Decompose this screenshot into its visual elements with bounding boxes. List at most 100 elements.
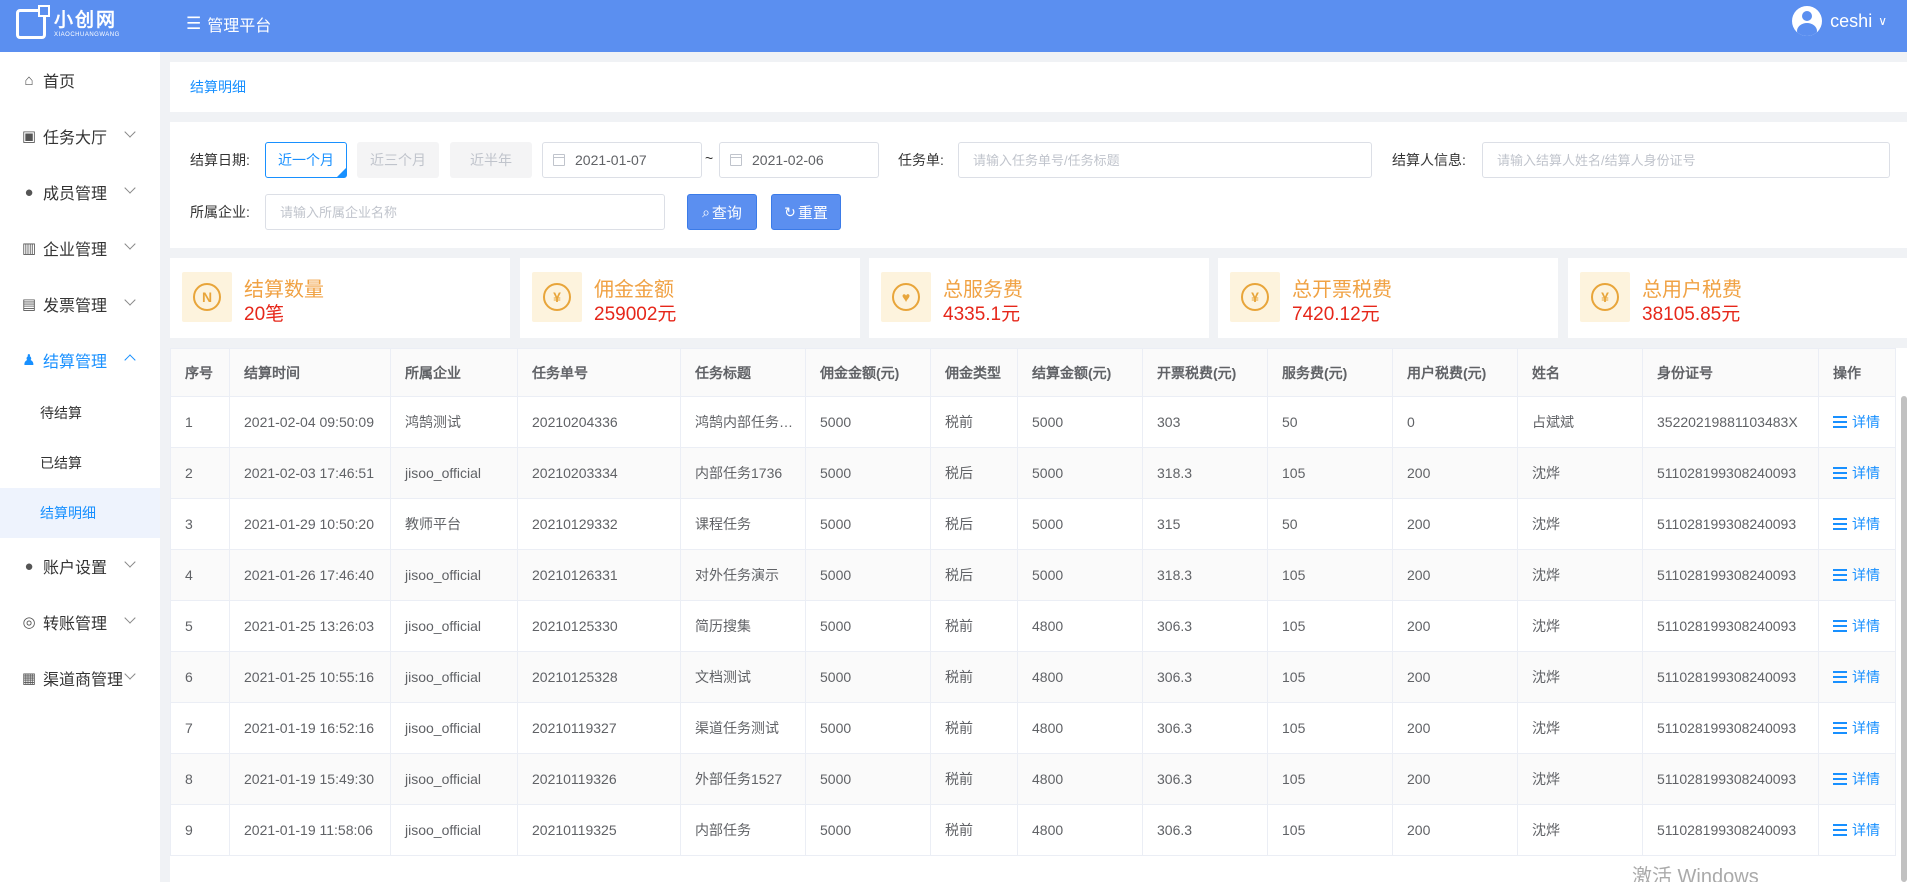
range-one-month-button[interactable]: 近一个月 bbox=[265, 142, 347, 178]
table-cell-action: 详情 bbox=[1818, 804, 1896, 856]
table-cell: 50 bbox=[1267, 396, 1393, 448]
table-cell-action: 详情 bbox=[1818, 498, 1896, 550]
range-half-year-button[interactable]: 近半年 bbox=[450, 142, 532, 178]
vertical-scrollbar[interactable] bbox=[1901, 396, 1907, 882]
column-header: 结算时间 bbox=[229, 348, 391, 397]
chevron-down-icon bbox=[124, 294, 136, 306]
sidebar-subitem-detail[interactable]: 结算明细 bbox=[0, 488, 160, 538]
table-cell: 沈烨 bbox=[1517, 447, 1643, 499]
list-icon bbox=[1833, 416, 1847, 428]
column-header: 用户税费(元) bbox=[1392, 348, 1518, 397]
table-cell: 200 bbox=[1392, 447, 1518, 499]
detail-link-label: 详情 bbox=[1852, 567, 1880, 583]
settler-search-input[interactable] bbox=[1482, 142, 1890, 178]
table-cell: 306.3 bbox=[1142, 651, 1268, 703]
table-cell: 2021-01-19 11:58:06 bbox=[229, 804, 391, 856]
column-header: 任务单号 bbox=[517, 348, 681, 397]
chevron-down-icon bbox=[124, 238, 136, 250]
sidebar-item-transfer[interactable]: ◎ 转账管理 bbox=[0, 594, 160, 650]
stat-value: 7420.12元 bbox=[1292, 304, 1380, 325]
table-cell: 511028199308240093 bbox=[1642, 549, 1819, 601]
table-cell: 105 bbox=[1267, 753, 1393, 805]
table-cell: 税前 bbox=[930, 702, 1018, 754]
sidebar-item-label: 成员管理 bbox=[43, 186, 108, 203]
sidebar-item-enterprise[interactable]: ▥ 企业管理 bbox=[0, 220, 160, 276]
table-cell: 5000 bbox=[1017, 447, 1143, 499]
table-cell: 318.3 bbox=[1142, 447, 1268, 499]
detail-link[interactable]: 详情 bbox=[1833, 667, 1880, 687]
detail-link[interactable]: 详情 bbox=[1833, 514, 1880, 534]
table-cell: 税后 bbox=[930, 447, 1018, 499]
detail-link[interactable]: 详情 bbox=[1833, 565, 1880, 585]
table-cell: 200 bbox=[1392, 600, 1518, 652]
stat-value: 38105.85元 bbox=[1642, 304, 1741, 325]
detail-link[interactable]: 详情 bbox=[1833, 616, 1880, 636]
table-cell: 鸿鹄测试 bbox=[390, 396, 518, 448]
sidebar-item-invoice[interactable]: ▤ 发票管理 bbox=[0, 276, 160, 332]
table-cell: 内部任务 bbox=[680, 804, 806, 856]
table-cell: 4800 bbox=[1017, 600, 1143, 652]
table-cell: 税前 bbox=[930, 396, 1018, 448]
date-start-picker[interactable]: 2021-01-07 bbox=[542, 142, 702, 178]
range-three-months-button[interactable]: 近三个月 bbox=[357, 142, 439, 178]
table-cell: 5000 bbox=[805, 804, 931, 856]
task-search-input[interactable] bbox=[958, 142, 1372, 178]
table-row: 3 2021-01-29 10:50:20 教师平台 20210129332 课程任务 5… bbox=[170, 498, 1896, 550]
filter-panel: 结算日期: 近一个月 近三个月 近半年 2021-01-07 ~ 2021-02… bbox=[170, 122, 1907, 248]
members-icon: ● bbox=[24, 183, 34, 201]
logo[interactable]: 小创网 XIAOCHUANGWANG bbox=[16, 5, 120, 39]
sidebar-subitem-pending[interactable]: 待结算 bbox=[0, 388, 160, 438]
stat-value: 4335.1元 bbox=[943, 304, 1021, 325]
menu-toggle-button[interactable]: ☰ 管理平台 bbox=[186, 12, 271, 36]
sidebar-item-task-hall[interactable]: ▣ 任务大厅 bbox=[0, 108, 160, 164]
table-cell: 简历搜集 bbox=[680, 600, 806, 652]
user-menu[interactable]: ceshi ∨ bbox=[1792, 6, 1887, 36]
table-cell: 内部任务1736 bbox=[680, 447, 806, 499]
table-cell: 105 bbox=[1267, 651, 1393, 703]
table-cell-action: 详情 bbox=[1818, 753, 1896, 805]
table-cell: 511028199308240093 bbox=[1642, 447, 1819, 499]
detail-link[interactable]: 详情 bbox=[1833, 718, 1880, 738]
sidebar-subitem-settled[interactable]: 已结算 bbox=[0, 438, 160, 488]
query-button[interactable]: ⌕ 查询 bbox=[687, 194, 757, 230]
table-cell: 105 bbox=[1267, 447, 1393, 499]
sidebar-item-home[interactable]: ⌂ 首页 bbox=[0, 52, 160, 108]
detail-link[interactable]: 详情 bbox=[1833, 463, 1880, 483]
detail-link[interactable]: 详情 bbox=[1833, 820, 1880, 840]
table-cell: 20210125328 bbox=[517, 651, 681, 703]
table-cell: 课程任务 bbox=[680, 498, 806, 550]
detail-link[interactable]: 详情 bbox=[1833, 412, 1880, 432]
table-cell: 105 bbox=[1267, 600, 1393, 652]
stat-title: 总用户税费 bbox=[1642, 279, 1742, 301]
column-header: 结算金额(元) bbox=[1017, 348, 1143, 397]
sidebar-item-label: 结算管理 bbox=[43, 354, 108, 371]
settler-label: 结算人信息: bbox=[1392, 152, 1466, 168]
stat-card-user-tax: ¥ 总用户税费 38105.85元 bbox=[1568, 258, 1907, 338]
sidebar-item-account[interactable]: ● 账户设置 bbox=[0, 538, 160, 594]
stat-value: 20笔 bbox=[244, 304, 285, 325]
count-icon: N bbox=[182, 272, 232, 322]
company-search-input[interactable] bbox=[265, 194, 665, 230]
sidebar-item-settlement[interactable]: ♟ 结算管理 bbox=[0, 332, 160, 388]
table-cell: 200 bbox=[1392, 804, 1518, 856]
table-header-row: 序号 结算时间 所属企业 任务单号 任务标题 佣金金额(元) 佣金类型 结算金额… bbox=[170, 348, 1896, 397]
logo-name: 小创网 bbox=[54, 9, 118, 31]
table-cell: 5000 bbox=[805, 753, 931, 805]
list-icon bbox=[1833, 824, 1847, 836]
table-cell: 2021-01-25 10:55:16 bbox=[229, 651, 391, 703]
table-cell: jisoo_official bbox=[390, 600, 518, 652]
table-cell: 沈烨 bbox=[1517, 753, 1643, 805]
breadcrumb-current[interactable]: 结算明细 bbox=[190, 77, 246, 97]
reset-button[interactable]: ↻ 重置 bbox=[771, 194, 841, 230]
sidebar-item-members[interactable]: ● 成员管理 bbox=[0, 164, 160, 220]
table-cell: 511028199308240093 bbox=[1642, 600, 1819, 652]
detail-link[interactable]: 详情 bbox=[1833, 769, 1880, 789]
calendar-icon bbox=[730, 154, 742, 166]
breadcrumb: 结算明细 bbox=[170, 62, 1907, 112]
date-end-picker[interactable]: 2021-02-06 bbox=[719, 142, 879, 178]
date-end-value: 2021-02-06 bbox=[752, 152, 824, 168]
sidebar-item-channel[interactable]: ▦ 渠道商管理 bbox=[0, 650, 160, 706]
settlement-table: 序号 结算时间 所属企业 任务单号 任务标题 佣金金额(元) 佣金类型 结算金额… bbox=[170, 348, 1907, 882]
money-bag-icon: ¥ bbox=[532, 272, 582, 322]
column-header: 任务标题 bbox=[680, 348, 806, 397]
